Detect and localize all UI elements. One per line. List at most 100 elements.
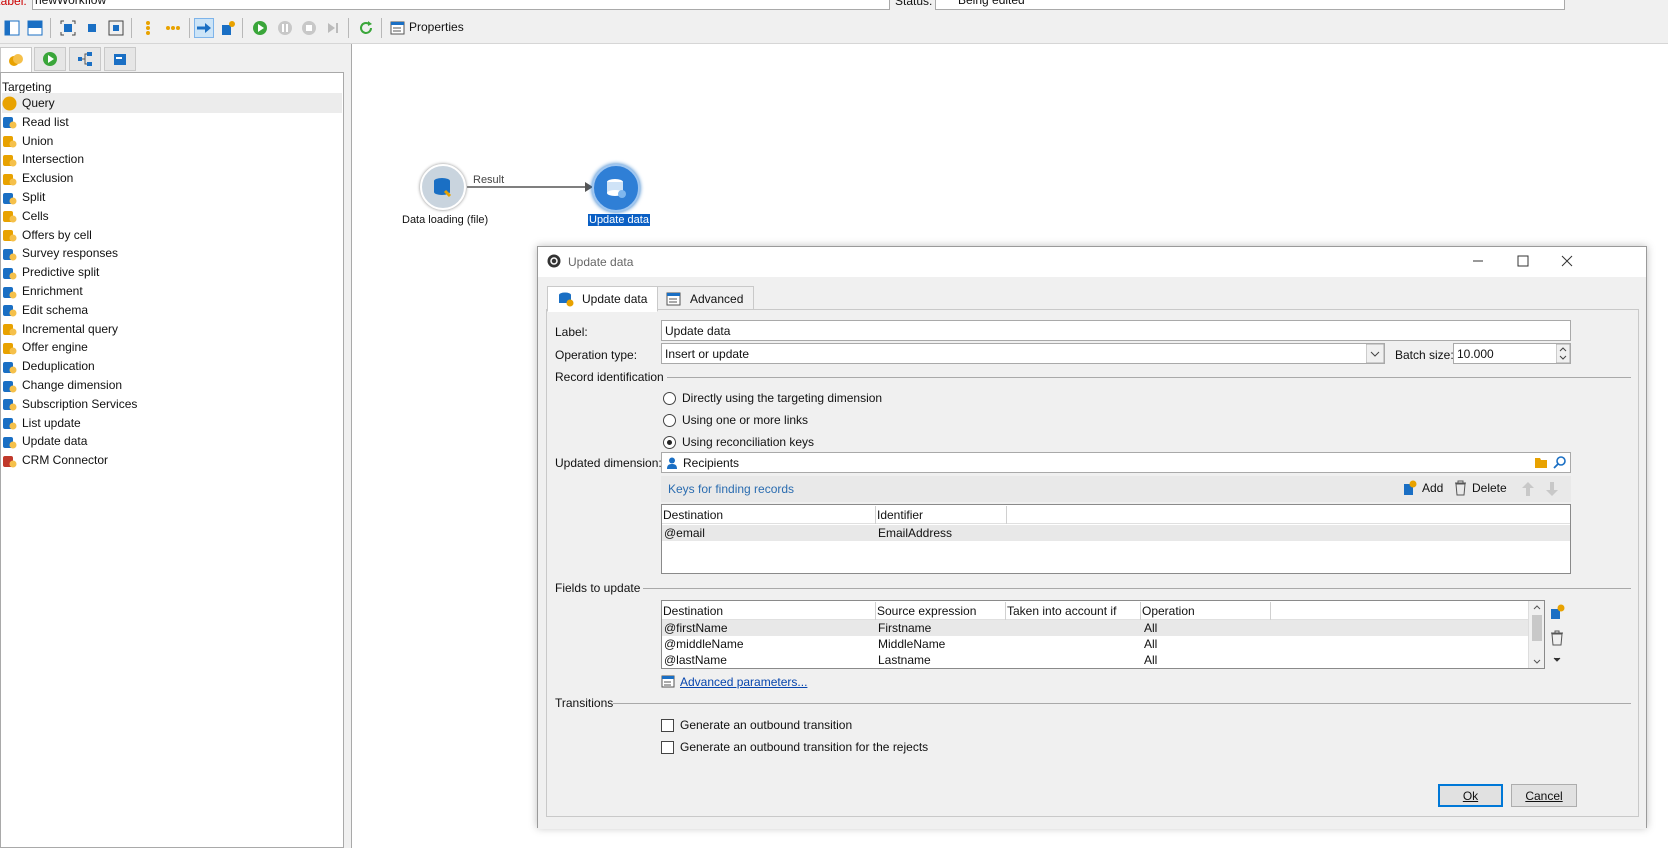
update-data-icon	[2, 434, 17, 449]
tab-advanced-label: Advanced	[690, 292, 744, 306]
table-row[interactable]: @middleName MiddleName All	[662, 636, 1544, 652]
vertical-dots-icon[interactable]	[138, 18, 158, 38]
start-icon[interactable]	[250, 18, 270, 38]
dialog-body: Update data Advanced Label: Update data …	[538, 277, 1646, 829]
search-icon	[1553, 456, 1566, 469]
label-input[interactable]: Update data	[661, 320, 1571, 341]
palette-item-subscription-services[interactable]: Subscription Services	[2, 394, 342, 414]
fields-scrollbar[interactable]	[1528, 601, 1544, 668]
move-down-icon[interactable]	[1545, 481, 1559, 497]
pause-icon[interactable]	[275, 18, 295, 38]
update-data-node[interactable]	[592, 164, 640, 212]
zoom-fit-icon[interactable]	[106, 18, 126, 38]
palette-item-intersection[interactable]: Intersection	[2, 149, 342, 169]
keys-table[interactable]: Destination Identifier @email EmailAddre…	[661, 504, 1571, 574]
workflow-label-input[interactable]: newWorkflow	[32, 0, 890, 10]
tab-update-data[interactable]: Update data	[547, 286, 659, 312]
add-field-icon[interactable]	[1549, 604, 1565, 620]
horizontal-dots-icon[interactable]	[163, 18, 183, 38]
splitter[interactable]	[344, 44, 351, 848]
palette-item-change-dimension[interactable]: Change dimension	[2, 375, 342, 395]
delete-field-icon[interactable]	[1550, 630, 1564, 646]
palette-item-enrichment[interactable]: Enrichment	[2, 281, 342, 301]
update-data-icon	[607, 179, 626, 198]
field-menu-chevron-icon[interactable]	[1550, 653, 1564, 665]
palette-item-crm-connector[interactable]: CRM Connector	[2, 450, 342, 470]
palette-item-label: Deduplication	[22, 359, 95, 374]
workflow-toolbar: Properties	[0, 12, 1668, 44]
add-key-button[interactable]: Add	[1403, 480, 1443, 496]
step-icon[interactable]	[323, 18, 343, 38]
palette-item-label: Change dimension	[22, 378, 123, 392]
ok-button[interactable]: Ok	[1438, 784, 1503, 807]
fields-table[interactable]: Destination Source expression Taken into…	[661, 600, 1545, 669]
auto-link-icon[interactable]	[194, 18, 214, 38]
palette-title: Targeting	[2, 80, 52, 94]
properties-button[interactable]: Properties	[409, 20, 464, 34]
radio-links[interactable]: Using one or more links	[663, 413, 808, 427]
operation-type-value: Insert or update	[665, 346, 750, 361]
palette-item-list-update[interactable]: List update	[2, 413, 342, 433]
palette-item-incremental-query[interactable]: Incremental query	[2, 319, 342, 339]
batch-size-stepper[interactable]: 10.000	[1453, 343, 1571, 364]
tab-targeting[interactable]	[0, 47, 32, 72]
stop-view-icon[interactable]	[82, 18, 102, 38]
move-up-icon[interactable]	[1521, 481, 1535, 497]
table-row[interactable]: @lastName Lastname All	[662, 652, 1544, 668]
cancel-button[interactable]: Cancel	[1511, 784, 1577, 807]
chevron-down-icon	[1366, 344, 1384, 363]
updated-dimension-input[interactable]: Recipients	[661, 452, 1571, 473]
outbound-transition-checkbox[interactable]: Generate an outbound transition	[661, 718, 852, 732]
close-button[interactable]	[1552, 251, 1582, 271]
delete-key-button[interactable]: Delete	[1454, 480, 1507, 496]
table-row[interactable]: @firstName Firstname All	[662, 620, 1544, 636]
palette-item-cells[interactable]: Cells	[2, 206, 342, 226]
folder-icon	[1535, 458, 1547, 468]
radio-targeting-dimension[interactable]: Directly using the targeting dimension	[663, 391, 882, 405]
palette-item-split[interactable]: Split	[2, 187, 342, 207]
palette-item-label: Offers by cell	[22, 227, 92, 242]
dialog-titlebar[interactable]: Update data	[538, 247, 1646, 277]
palette-item-update-data[interactable]: Update data	[2, 431, 342, 451]
operation-type-select[interactable]: Insert or update	[661, 343, 1385, 364]
data-loading-node[interactable]	[420, 164, 466, 210]
fit-view-icon[interactable]	[58, 18, 78, 38]
refresh-icon[interactable]	[356, 18, 376, 38]
palette-item-edit-schema[interactable]: Edit schema	[2, 300, 342, 320]
table-row[interactable]: @email EmailAddress	[662, 525, 1570, 541]
palette-item-label: Incremental query	[22, 321, 119, 336]
update-data-label[interactable]: Update data	[588, 214, 650, 226]
advanced-parameters-link[interactable]: Advanced parameters...	[680, 675, 807, 689]
fields-header-row: Destination Source expression Taken into…	[662, 602, 1544, 620]
radio-reconciliation-keys[interactable]: Using reconciliation keys	[663, 435, 814, 449]
label-caption: Label:	[0, 0, 27, 8]
palette-item-read-list[interactable]: Read list	[2, 112, 342, 132]
palette-item-exclusion[interactable]: Exclusion	[2, 168, 342, 188]
palette-item-union[interactable]: Union	[2, 131, 342, 151]
palette-item-deduplication[interactable]: Deduplication	[2, 356, 342, 376]
minimize-button[interactable]	[1463, 251, 1493, 271]
stop-icon[interactable]	[299, 18, 319, 38]
layout-vertical-icon[interactable]	[2, 18, 22, 38]
layout-horizontal-icon[interactable]	[25, 18, 45, 38]
fields-divider	[643, 588, 1631, 589]
palette-item-offer-engine[interactable]: Offer engine	[2, 337, 342, 357]
fields-to-update-caption: Fields to update	[555, 581, 641, 595]
palette-item-offers-by-cell[interactable]: Offers by cell	[2, 225, 342, 245]
palette-item-survey-responses[interactable]: Survey responses	[2, 243, 342, 263]
tab-events[interactable]	[104, 47, 136, 71]
radio-circle-2	[663, 413, 676, 427]
maximize-button[interactable]	[1508, 251, 1538, 271]
rejects-transition-checkbox[interactable]: Generate an outbound transition for the …	[661, 740, 928, 754]
batch-size-value: 10.000	[1457, 346, 1494, 361]
palette-item-predictive-split[interactable]: Predictive split	[2, 262, 342, 282]
tab-flow-control[interactable]	[34, 47, 66, 71]
palette-item-label: Edit schema	[22, 302, 89, 317]
activity-properties-icon[interactable]	[218, 18, 238, 38]
properties-icon[interactable]	[388, 18, 408, 38]
palette-item-label: Split	[22, 190, 46, 204]
activity-palette: Targeting Query Read list Union Intersectio…	[0, 72, 344, 848]
tab-actions[interactable]	[69, 47, 101, 71]
checkbox-box-2	[661, 740, 674, 754]
palette-item-query[interactable]: Query	[2, 93, 342, 113]
